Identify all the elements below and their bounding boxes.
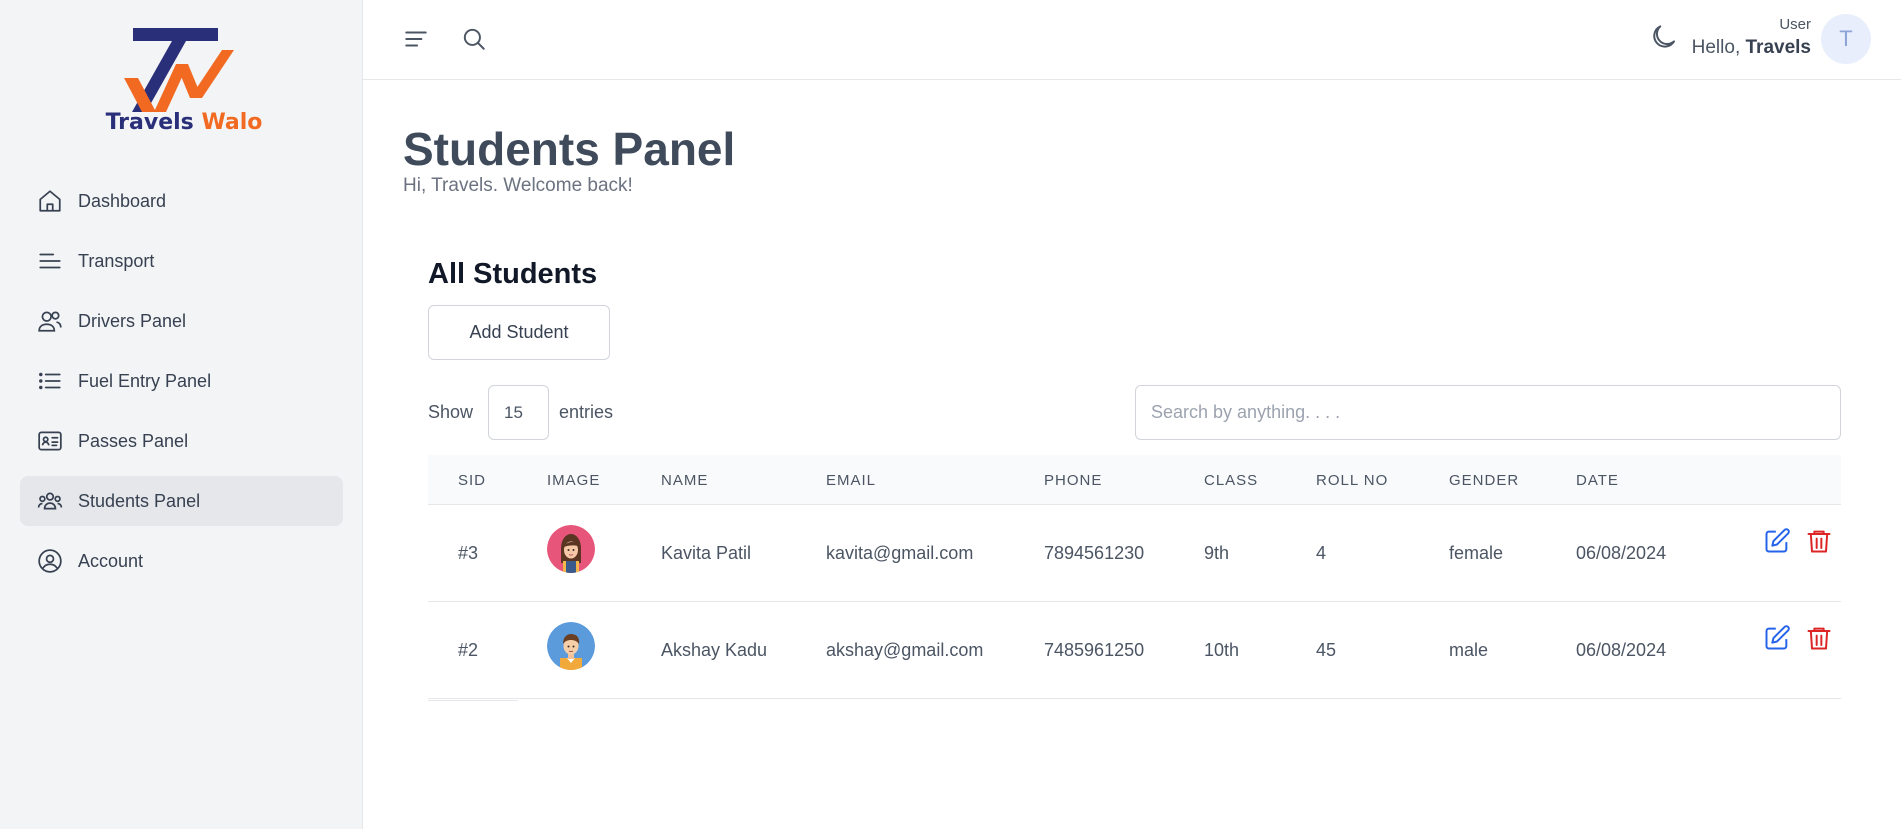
column-header-sid[interactable]: SID: [458, 472, 486, 489]
row-actions: [1763, 527, 1833, 555]
list-icon: [36, 367, 64, 395]
column-header-phone[interactable]: PHONE: [1044, 472, 1102, 489]
sidebar-item-account[interactable]: Account: [20, 536, 343, 586]
table-header: SID IMAGE NAME EMAIL PHONE CLASS ROLL NO…: [428, 455, 1841, 505]
sidebar-item-label: Transport: [78, 250, 155, 271]
sidebar-item-dashboard[interactable]: Dashboard: [20, 176, 343, 226]
user-info[interactable]: User Hello, Travels: [1692, 16, 1811, 59]
search-icon[interactable]: [459, 24, 489, 54]
cell-email: kavita@gmail.com: [826, 543, 974, 563]
users-icon: [36, 307, 64, 335]
entries-input[interactable]: [488, 385, 550, 440]
cell-roll-no: 4: [1316, 543, 1327, 563]
row-actions: [1763, 624, 1833, 652]
column-header-name[interactable]: NAME: [661, 472, 708, 489]
id-card-icon: [36, 427, 64, 455]
menu-icon[interactable]: [401, 24, 431, 54]
cell-phone: 7485961250: [1044, 640, 1145, 660]
cell-date: 06/08/2024: [1576, 543, 1667, 563]
sidebar-item-label: Passes Panel: [78, 430, 189, 451]
brand-logo-mark: [124, 28, 234, 112]
user-greeting: Hello, Travels: [1691, 37, 1812, 58]
sidebar-item-label: Account: [78, 550, 144, 571]
trash-icon[interactable]: [1805, 527, 1833, 555]
sidebar: Travels Walo Dashboard Transport Drivers…: [0, 0, 363, 829]
table-footer-divider: [428, 700, 518, 701]
home-icon: [36, 187, 64, 215]
sidebar-item-passes-panel[interactable]: Passes Panel: [20, 416, 343, 466]
user-role: User: [1779, 16, 1811, 33]
column-header-roll-no[interactable]: ROLL NO: [1316, 472, 1388, 489]
students-table: SID IMAGE NAME EMAIL PHONE CLASS ROLL NO…: [428, 455, 1841, 699]
column-header-gender[interactable]: GENDER: [1449, 472, 1519, 489]
cell-date: 06/08/2024: [1576, 640, 1667, 660]
male-avatar: [547, 622, 595, 670]
sidebar-item-students-panel[interactable]: Students Panel: [20, 476, 343, 526]
sidebar-item-transport[interactable]: Transport: [20, 236, 343, 286]
column-header-email[interactable]: EMAIL: [826, 472, 876, 489]
main-content: User Hello, Travels T Students Panel Hi,…: [363, 0, 1901, 829]
user-circle-icon: [36, 547, 64, 575]
cell-sid: #2: [458, 640, 479, 660]
user-name: Travels: [1745, 37, 1812, 58]
show-label: Show: [428, 402, 474, 422]
sidebar-item-label: Dashboard: [78, 190, 167, 211]
edit-icon[interactable]: [1763, 527, 1791, 555]
cell-name: Kavita Patil: [661, 543, 752, 563]
cell-email: akshay@gmail.com: [826, 640, 984, 660]
entries-label: entries: [559, 402, 614, 422]
search-input[interactable]: [1135, 385, 1841, 440]
table-row: #3 Kavita Patil kavita@gmail.com 7894561…: [428, 505, 1841, 602]
cell-gender: male: [1449, 640, 1489, 660]
group-icon: [36, 487, 64, 515]
column-header-date[interactable]: DATE: [1576, 472, 1619, 489]
sidebar-item-label: Fuel Entry Panel: [78, 370, 212, 391]
brand-logo[interactable]: Travels Walo: [104, 26, 264, 142]
female-avatar: [547, 525, 595, 573]
cell-class: 9th: [1204, 543, 1230, 563]
section-title: All Students: [428, 258, 598, 290]
sidebar-item-fuel-entry-panel[interactable]: Fuel Entry Panel: [20, 356, 343, 406]
entries-control: Show entries: [428, 385, 613, 440]
cell-sid: #3: [458, 543, 479, 563]
sidebar-nav: Dashboard Transport Drivers Panel Fuel E…: [20, 176, 343, 596]
sidebar-item-drivers-panel[interactable]: Drivers Panel: [20, 296, 343, 346]
topbar: User Hello, Travels T: [363, 0, 1901, 80]
cell-gender: female: [1449, 543, 1504, 563]
cell-class: 10th: [1204, 640, 1240, 660]
column-header-class[interactable]: CLASS: [1204, 472, 1258, 489]
add-student-button[interactable]: Add Student: [428, 305, 610, 360]
brand-name: Travels Walo: [105, 110, 263, 135]
sidebar-item-label: Students Panel: [78, 490, 201, 511]
cell-phone: 7894561230: [1044, 543, 1145, 563]
trash-icon[interactable]: [1805, 624, 1833, 652]
column-header-image[interactable]: IMAGE: [547, 472, 600, 489]
sidebar-item-label: Drivers Panel: [78, 310, 187, 331]
cell-name: Akshay Kadu: [661, 640, 768, 660]
page-subtitle: Hi, Travels. Welcome back!: [403, 175, 633, 196]
edit-icon[interactable]: [1763, 624, 1791, 652]
lines-icon: [36, 247, 64, 275]
table-row: #2 Akshay Kadu akshay@gmail.com 74859612…: [428, 602, 1841, 699]
cell-roll-no: 45: [1316, 640, 1337, 660]
moon-icon[interactable]: [1649, 22, 1679, 52]
page-title: Students Panel: [403, 123, 736, 175]
avatar[interactable]: T: [1821, 14, 1871, 64]
